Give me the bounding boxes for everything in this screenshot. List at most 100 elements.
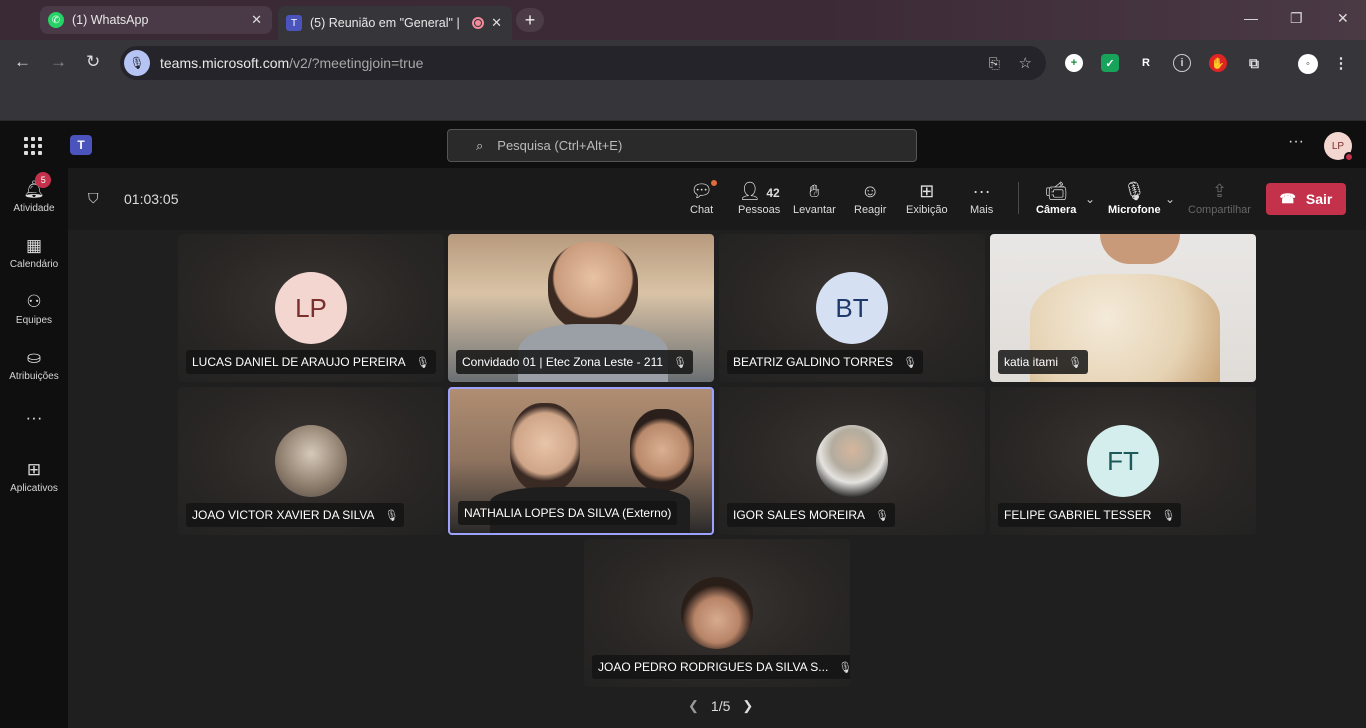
app-launcher-icon[interactable] <box>24 137 42 155</box>
forward-icon[interactable]: → <box>50 52 67 72</box>
participant-tile-active-speaker[interactable]: NATHALIA LOPES DA SILVA (Externo) <box>448 387 714 535</box>
rail-item-activity[interactable]: 🔔︎ 5 Atividade <box>0 172 68 214</box>
search-input[interactable]: ⌕ Pesquisa (Ctrl+Alt+E) <box>447 129 917 162</box>
participant-name: BEATRIZ GALDINO TORRES <box>733 355 894 369</box>
url-host: teams.microsoft.com <box>160 55 290 71</box>
chat-button[interactable]: 💬︎ Chat <box>690 180 718 216</box>
participant-initials-avatar: BT <box>816 272 888 344</box>
react-button[interactable]: ☺ Reagir <box>854 180 886 216</box>
view-button[interactable]: ⊞ Exibição <box>906 180 948 216</box>
muted-mic-icon: 🎙︎ <box>384 509 399 522</box>
page-indicator: 1/5 <box>710 698 731 714</box>
participant-tile[interactable]: JOAO VICTOR XAVIER DA SILVA 🎙︎ <box>178 387 444 535</box>
leave-button[interactable]: ☎ Sair <box>1266 183 1346 215</box>
video-feed <box>510 403 580 493</box>
camera-options-chevron-icon[interactable]: ⌄ <box>1085 192 1095 206</box>
restore-icon[interactable]: ❐ <box>1290 10 1303 27</box>
backpack-icon: ⛀ <box>26 348 42 367</box>
participant-tile[interactable]: Convidado 01 | Etec Zona Leste - 211 🎙︎ <box>448 234 714 382</box>
participant-tile[interactable]: katia itami 🎙︎ <box>990 234 1256 382</box>
extension-r-icon[interactable]: R <box>1137 54 1155 72</box>
participant-initials-avatar: FT <box>1087 425 1159 497</box>
reload-icon[interactable]: ↻ <box>86 52 100 72</box>
participant-name-tag: LUCAS DANIEL DE ARAUJO PEREIRA 🎙︎ <box>186 350 436 374</box>
participant-name-tag: FELIPE GABRIEL TESSER 🎙︎ <box>998 503 1182 527</box>
tab-title: (1) WhatsApp <box>72 13 149 27</box>
profile-icon[interactable]: ◦ <box>1298 54 1318 74</box>
back-icon[interactable]: ← <box>14 52 31 72</box>
close-tab-icon[interactable]: ✕ <box>491 15 502 31</box>
browser-menu-icon[interactable]: ⋮ <box>1332 54 1350 72</box>
browser-tab-bar: ✆ (1) WhatsApp ✕ T (5) Reunião em "Gener… <box>0 0 1366 40</box>
rail-item-teams[interactable]: ⚇ Equipes <box>0 292 68 326</box>
url-input[interactable]: 🎙 teams.microsoft.com/v2/?meetingjoin=tr… <box>120 46 1046 80</box>
meeting-security-shield-icon[interactable]: ⛉ <box>88 190 99 207</box>
bell-icon: 🔔︎ 5 <box>23 172 52 200</box>
share-upload-icon: ⇪ <box>1211 181 1228 201</box>
extension-plus-icon[interactable]: + <box>1065 54 1083 72</box>
people-button[interactable]: 👤︎ 42 Pessoas <box>738 180 780 216</box>
rail-item-apps[interactable]: ⊞ Aplicativos <box>0 460 68 494</box>
rail-more-button[interactable]: ··· <box>0 408 68 431</box>
participant-name-tag: JOAO PEDRO RODRIGUES DA SILVA S... 🎙︎ <box>592 655 850 679</box>
participant-tile[interactable]: FT FELIPE GABRIEL TESSER 🎙︎ <box>990 387 1256 535</box>
participant-name: Convidado 01 | Etec Zona Leste - 211 <box>462 355 664 369</box>
rail-item-assignments[interactable]: ⛀ Atribuições <box>0 348 68 382</box>
more-label: Mais <box>970 204 994 216</box>
participant-name-tag: Convidado 01 | Etec Zona Leste - 211 🎙︎ <box>456 350 693 374</box>
extensions-puzzle-icon[interactable]: ⧉ <box>1245 54 1263 72</box>
tab-teams-meeting[interactable]: T (5) Reunião em "General" | M ✕ <box>278 6 512 40</box>
participant-name: katia itami <box>1004 355 1059 369</box>
participant-name-tag: IGOR SALES MOREIRA 🎙︎ <box>727 503 895 527</box>
rail-label: Calendário <box>9 259 59 270</box>
participant-tile[interactable]: BT BEATRIZ GALDINO TORRES 🎙︎ <box>719 234 985 382</box>
next-page-chevron-icon[interactable]: ❯ <box>742 698 753 714</box>
recording-icon <box>472 17 484 29</box>
raise-hand-button[interactable]: ✋︎ Levantar <box>793 180 836 216</box>
video-feed-second-person <box>630 409 694 491</box>
participant-initials-avatar: LP <box>275 272 347 344</box>
extension-hand-icon[interactable]: ✋ <box>1209 54 1227 72</box>
participant-tile[interactable]: JOAO PEDRO RODRIGUES DA SILVA S... 🎙︎ <box>584 539 850 687</box>
presence-dot <box>1344 152 1354 162</box>
microphone-button[interactable]: 🎙︎ Microfone <box>1108 180 1161 216</box>
rail-item-calendar[interactable]: ▦ Calendário <box>0 236 68 270</box>
minimize-icon[interactable]: — <box>1244 10 1258 26</box>
tab-whatsapp[interactable]: ✆ (1) WhatsApp ✕ <box>40 6 272 34</box>
browser-spacer <box>0 86 1366 120</box>
user-initials: LP <box>1331 140 1345 152</box>
participant-tile[interactable]: LP LUCAS DANIEL DE ARAUJO PEREIRA 🎙︎ <box>178 234 444 382</box>
more-dots-icon: ··· <box>25 408 43 427</box>
more-button[interactable]: ··· Mais <box>970 180 993 216</box>
chat-label: Chat <box>690 204 714 216</box>
microphone-indicator-icon[interactable]: 🎙 <box>124 50 150 76</box>
mic-label: Microfone <box>1108 204 1161 216</box>
new-tab-button[interactable]: + <box>516 8 544 32</box>
close-window-icon[interactable]: ✕ <box>1337 10 1349 27</box>
mic-options-chevron-icon[interactable]: ⌄ <box>1165 192 1175 206</box>
camera-button[interactable]: 📹︎ Câmera <box>1036 180 1076 216</box>
close-tab-icon[interactable]: ✕ <box>251 12 262 28</box>
participant-tile[interactable]: IGOR SALES MOREIRA 🎙︎ <box>719 387 985 535</box>
teams-group-icon: ⚇ <box>26 292 42 311</box>
muted-mic-icon: 🎙︎ <box>673 356 687 369</box>
rail-label: Atribuições <box>9 371 59 382</box>
grid-view-icon: ⊞ <box>919 181 935 201</box>
participant-photo-avatar <box>681 577 753 649</box>
apps-plus-icon: ⊞ <box>26 460 42 479</box>
extension-shield-icon[interactable]: ✓ <box>1101 54 1119 72</box>
share-button[interactable]: ⇪ Compartilhar <box>1188 180 1251 216</box>
install-app-icon[interactable]: ⎘ <box>989 55 1000 72</box>
teams-logo-icon: T <box>70 135 92 155</box>
bookmark-star-icon[interactable]: ☆ <box>1019 54 1032 72</box>
participant-name-tag: katia itami 🎙︎ <box>998 350 1088 374</box>
video-feed <box>548 242 638 332</box>
rail-label: Aplicativos <box>10 483 58 494</box>
more-icon: ··· <box>972 181 991 201</box>
previous-page-chevron-icon[interactable]: ❮ <box>688 698 699 714</box>
user-avatar[interactable]: LP <box>1324 132 1354 162</box>
initials-text: BT <box>835 292 869 323</box>
more-options-icon[interactable]: ··· <box>1288 133 1304 151</box>
teams-header: T ⌕ Pesquisa (Ctrl+Alt+E) ··· LP <box>0 120 1366 168</box>
extension-info-icon[interactable]: i <box>1173 54 1191 72</box>
